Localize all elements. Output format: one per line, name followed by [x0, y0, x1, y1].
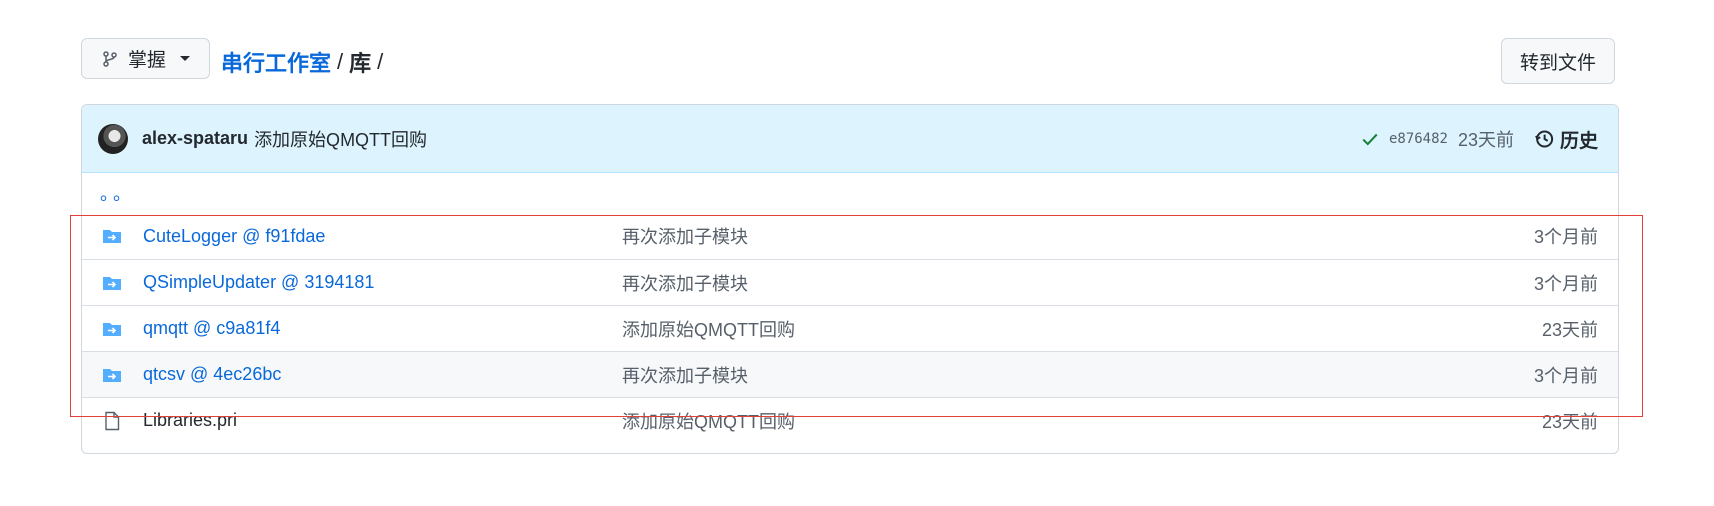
commit-meta: e876482 23天前 历史: [1361, 105, 1598, 173]
file-name-link[interactable]: qmqtt @ c9a81f4: [143, 318, 280, 339]
breadcrumb-separator: /: [337, 49, 344, 74]
commit-message-link[interactable]: 再次添加子模块: [622, 270, 748, 296]
submodule-folder-icon: [103, 323, 121, 336]
parent-directory-link[interactable]: 。。: [82, 173, 1618, 213]
file-name-link[interactable]: QSimpleUpdater @ 3194181: [143, 272, 374, 293]
commit-message-link[interactable]: 添加原始QMQTT回购: [254, 126, 427, 152]
git-branch-icon: [103, 50, 117, 67]
history-label: 历史: [1559, 130, 1598, 152]
file-icon: [105, 411, 120, 431]
submodule-folder-icon: [103, 369, 121, 382]
file-name-link[interactable]: CuteLogger @ f91fdae: [143, 226, 325, 247]
branch-label: 掌握: [128, 50, 167, 71]
commit-sha-link[interactable]: e876482: [1389, 131, 1448, 147]
breadcrumb-separator: /: [377, 49, 384, 74]
repo-top-bar: 掌握 串行工作室 / 库 / 转到文件: [81, 38, 1615, 88]
list-item[interactable]: qmqtt @ c9a81f4 添加原始QMQTT回购 23天前: [82, 305, 1618, 351]
go-to-file-button[interactable]: 转到文件: [1501, 38, 1615, 84]
file-browser: alex-spataru 添加原始QMQTT回购 e876482 23天前 历史…: [81, 104, 1619, 454]
latest-commit-header: alex-spataru 添加原始QMQTT回购 e876482 23天前 历史: [82, 105, 1618, 173]
file-age: 23天前: [1541, 411, 1598, 432]
list-item[interactable]: QSimpleUpdater @ 3194181 再次添加子模块 3个月前: [82, 259, 1618, 305]
commit-message-link[interactable]: 添加原始QMQTT回购: [622, 316, 795, 342]
file-age: 3个月前: [1533, 227, 1598, 247]
list-item[interactable]: CuteLogger @ f91fdae 再次添加子模块 3个月前: [82, 213, 1618, 259]
file-name-link[interactable]: Libraries.pri: [143, 410, 237, 431]
avatar[interactable]: [98, 123, 128, 154]
submodule-folder-icon: [103, 230, 121, 243]
commit-time: 23天前: [1457, 130, 1514, 150]
breadcrumb: 串行工作室 / 库 /: [221, 46, 383, 78]
history-button[interactable]: 历史: [1534, 126, 1598, 153]
commit-message-link[interactable]: 再次添加子模块: [622, 362, 748, 388]
branch-selector-button[interactable]: 掌握: [81, 38, 210, 79]
breadcrumb-repo-link[interactable]: 串行工作室: [221, 46, 331, 78]
check-icon[interactable]: [1361, 130, 1379, 148]
commit-message-link[interactable]: 再次添加子模块: [622, 223, 748, 249]
commit-message-link[interactable]: 添加原始QMQTT回购: [622, 408, 795, 434]
submodule-folder-icon: [103, 277, 121, 290]
file-age: 3个月前: [1533, 273, 1598, 294]
breadcrumb-current-dir: 库: [349, 51, 372, 76]
file-age: 3个月前: [1533, 365, 1598, 386]
commit-author-link[interactable]: alex-spataru: [142, 128, 248, 149]
file-age: 23天前: [1541, 319, 1598, 340]
list-item[interactable]: qtcsv @ 4ec26bc 再次添加子模块 3个月前: [82, 351, 1618, 397]
caret-down-icon: [180, 56, 191, 61]
history-icon: [1535, 130, 1554, 148]
list-item[interactable]: Libraries.pri 添加原始QMQTT回购 23天前: [82, 397, 1618, 443]
file-name-link[interactable]: qtcsv @ 4ec26bc: [143, 364, 281, 385]
